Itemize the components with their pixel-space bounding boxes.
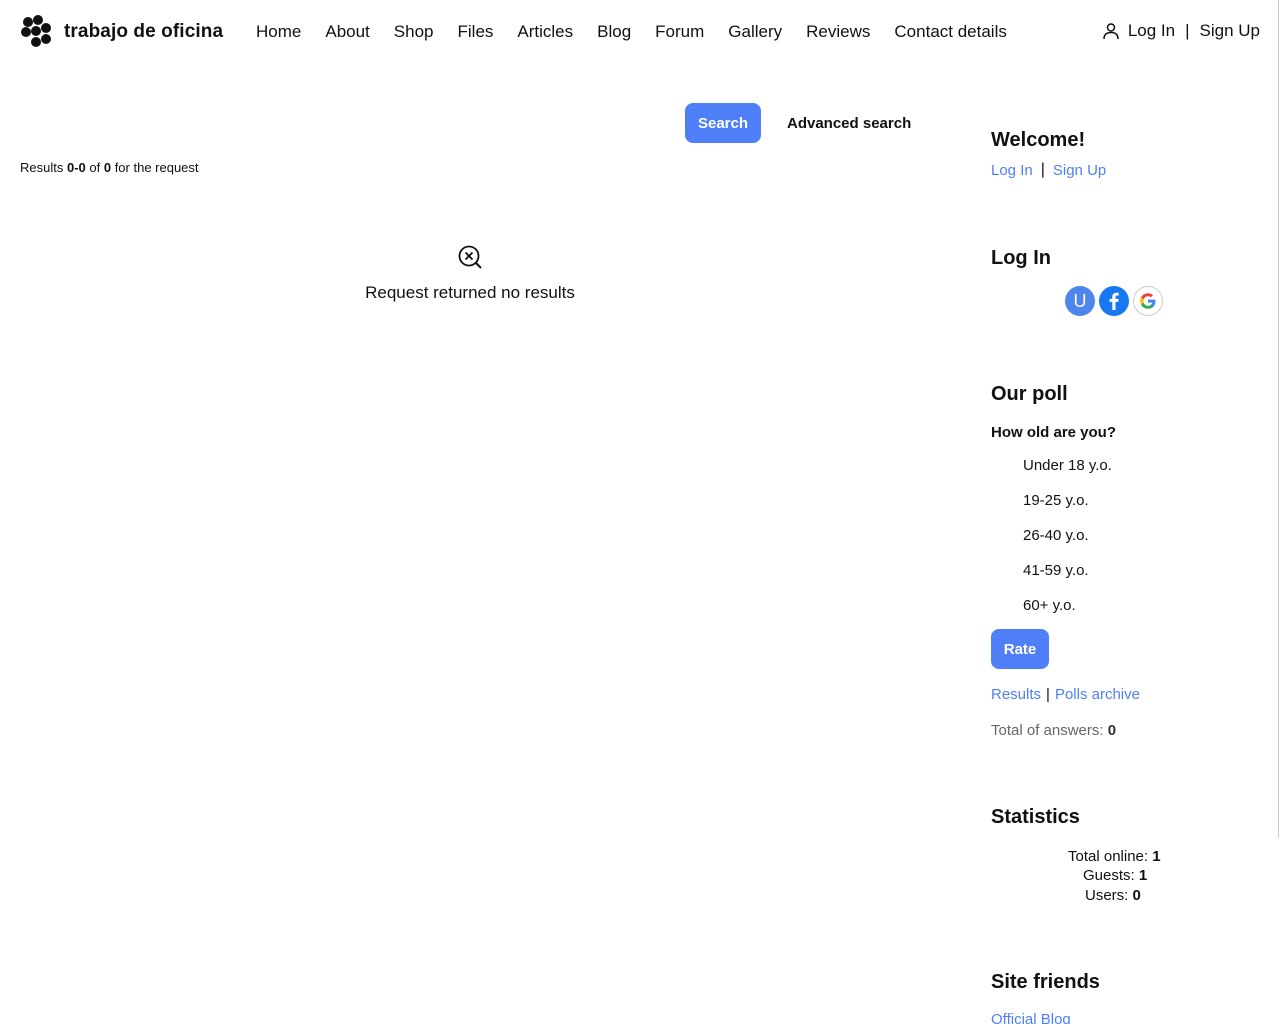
- rate-button[interactable]: Rate: [991, 629, 1049, 669]
- nav-item-about[interactable]: About: [325, 22, 369, 42]
- results-total: 0: [103, 160, 112, 175]
- ucoz-letter: U: [1073, 290, 1087, 311]
- facebook-glyph: [1109, 292, 1119, 310]
- stat-label: Guests:: [1083, 867, 1139, 884]
- header-auth: Log In | Sign Up: [1102, 21, 1260, 41]
- header-signup-link[interactable]: Sign Up: [1200, 21, 1260, 41]
- poll-total-label: Total of answers:: [991, 722, 1108, 739]
- no-results-icon: [458, 245, 482, 269]
- results-of: of: [85, 160, 104, 175]
- welcome-login-link[interactable]: Log In: [991, 162, 1033, 179]
- separator: |: [1040, 161, 1045, 178]
- stat-label: Users:: [1085, 887, 1133, 904]
- welcome-title: Welcome!: [991, 129, 1086, 151]
- results-summary: Results 0-0 of 0 for the request: [20, 160, 199, 175]
- advanced-search-link[interactable]: Advanced search: [787, 115, 911, 132]
- nav-item-contact-details[interactable]: Contact details: [894, 22, 1006, 42]
- results-suffix: for the request: [111, 160, 199, 175]
- user-icon[interactable]: [1102, 22, 1120, 40]
- stat-label: Total online:: [1068, 848, 1153, 865]
- poll-option[interactable]: 26-40 y.o.: [1023, 527, 1089, 544]
- stat-value: 1: [1138, 867, 1148, 884]
- facebook-icon[interactable]: [1099, 286, 1129, 316]
- site-title[interactable]: trabajo de oficina: [64, 21, 223, 43]
- poll-option[interactable]: 60+ y.o.: [1023, 597, 1076, 614]
- results-range: 0-0: [66, 160, 86, 175]
- site-friends-title: Site friends: [991, 971, 1100, 993]
- nav-item-home[interactable]: Home: [256, 22, 301, 42]
- stat-value: 0: [1132, 887, 1141, 904]
- poll-total-value: 0: [1107, 722, 1117, 739]
- stat-total-online: Total online: 1: [1068, 848, 1161, 865]
- site-friend-link[interactable]: Official Blog: [991, 1011, 1071, 1024]
- nav-item-files[interactable]: Files: [458, 22, 494, 42]
- page-scrollbar[interactable]: [1278, 0, 1279, 838]
- stat-value: 1: [1152, 848, 1161, 865]
- main-nav: Home About Shop Files Articles Blog Foru…: [256, 22, 1031, 42]
- welcome-signup-link[interactable]: Sign Up: [1053, 162, 1106, 179]
- poll-links: Results | Polls archive: [991, 686, 1140, 703]
- site-header: trabajo de oficina Home About Shop Files…: [0, 0, 1280, 64]
- poll-option[interactable]: 41-59 y.o.: [1023, 562, 1089, 579]
- search-button[interactable]: Search: [685, 103, 761, 143]
- poll-title: Our poll: [991, 383, 1068, 405]
- nav-item-articles[interactable]: Articles: [517, 22, 573, 42]
- nav-item-shop[interactable]: Shop: [394, 22, 434, 42]
- stat-guests: Guests: 1: [1083, 867, 1147, 884]
- separator: |: [1046, 686, 1050, 703]
- nav-item-reviews[interactable]: Reviews: [806, 22, 870, 42]
- welcome-links: Log In | Sign Up: [991, 161, 1106, 179]
- poll-option[interactable]: 19-25 y.o.: [1023, 492, 1089, 509]
- nav-item-blog[interactable]: Blog: [597, 22, 631, 42]
- nav-item-gallery[interactable]: Gallery: [728, 22, 782, 42]
- results-prefix: Results: [20, 160, 67, 175]
- no-results-message: Request returned no results: [365, 283, 575, 302]
- statistics-title: Statistics: [991, 806, 1080, 828]
- separator: |: [1185, 21, 1190, 40]
- google-icon[interactable]: [1133, 286, 1163, 316]
- poll-question: How old are you?: [991, 424, 1117, 441]
- stat-users: Users: 0: [1085, 887, 1141, 904]
- poll-results-link[interactable]: Results: [991, 686, 1041, 703]
- nav-item-forum[interactable]: Forum: [655, 22, 704, 42]
- header-login-link[interactable]: Log In: [1128, 21, 1175, 41]
- google-glyph: [1140, 293, 1156, 309]
- polls-archive-link[interactable]: Polls archive: [1055, 686, 1140, 703]
- poll-total-answers: Total of answers: 0: [991, 722, 1116, 739]
- logo-icon[interactable]: [21, 15, 55, 49]
- social-login: U: [1065, 286, 1163, 316]
- poll-option[interactable]: Under 18 y.o.: [1023, 457, 1112, 474]
- login-block-title: Log In: [991, 247, 1051, 269]
- ucoz-login-icon[interactable]: U: [1065, 286, 1095, 316]
